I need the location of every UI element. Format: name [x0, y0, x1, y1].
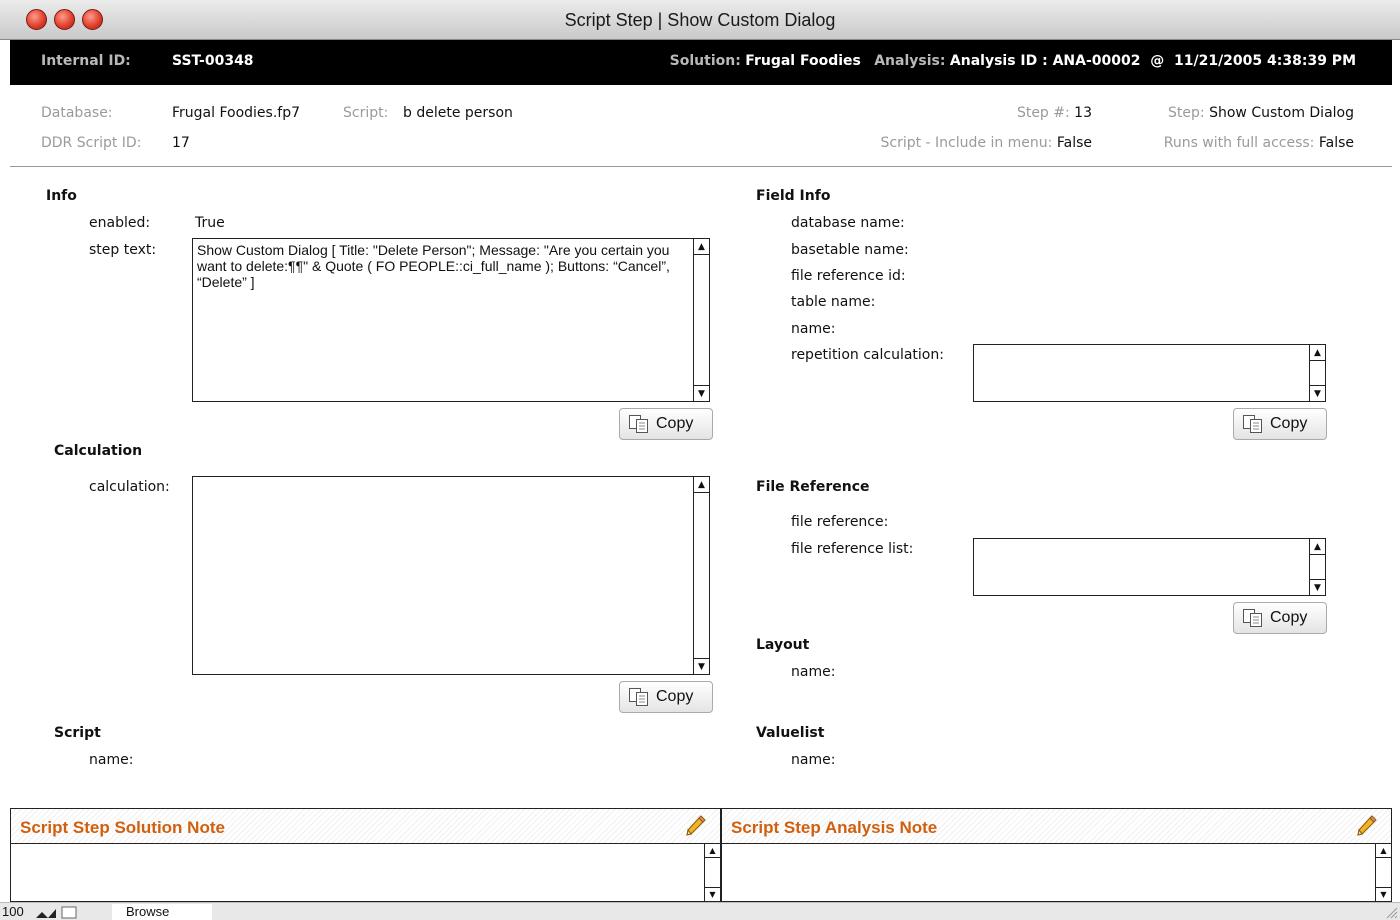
repetition-calculation-field[interactable]: ▲ ▼ [973, 344, 1326, 402]
step-text-label: step text: [89, 242, 157, 258]
analysis-note-scrollbar[interactable]: ▲ ▼ [1375, 844, 1391, 901]
window-titlebar: Script Step | Show Custom Dialog [0, 0, 1400, 40]
info-section-title: Info [46, 188, 77, 204]
scroll-down-arrow-icon[interactable]: ▼ [1376, 887, 1391, 901]
internal-id-label: Internal ID: [41, 53, 131, 69]
mode-indicator[interactable]: Browse [112, 904, 212, 920]
step-text-field[interactable]: Show Custom Dialog [ Title: "Delete Pers… [192, 238, 710, 402]
solution-value: Frugal Foodies [745, 53, 861, 69]
scroll-down-arrow-icon[interactable]: ▼ [705, 887, 720, 901]
copy-calculation-button[interactable]: Copy [619, 681, 713, 713]
copy-label: Copy [656, 415, 694, 432]
field-name-label: name: [791, 321, 836, 337]
copy-icon [1243, 609, 1262, 627]
copy-file-reference-list-button[interactable]: Copy [1233, 602, 1327, 634]
window-title: Script Step | Show Custom Dialog [564, 10, 836, 30]
ddr-script-id-label: DDR Script ID: [41, 135, 142, 151]
solution-note-title: Script Step Solution Note [20, 818, 225, 837]
internal-id-value: SST-00348 [172, 53, 254, 69]
script-name-label: name: [89, 752, 134, 768]
file-reference-id-label: file reference id: [791, 268, 906, 284]
file-reference-section-title: File Reference [756, 479, 870, 495]
repetition-calculation-scrollbar[interactable]: ▲ ▼ [1309, 345, 1325, 401]
record-header: Internal ID: SST-00348 Solution: Frugal … [10, 40, 1392, 85]
enabled-value: True [195, 215, 225, 231]
database-value: Frugal Foodies.fp7 [172, 105, 301, 121]
scroll-up-arrow-icon[interactable]: ▲ [1310, 345, 1325, 361]
calculation-field[interactable]: ▲ ▼ [192, 476, 710, 675]
scroll-down-arrow-icon[interactable]: ▼ [1310, 579, 1325, 595]
solution-note-panel: Script Step Solution Note ▲ ▼ [10, 808, 721, 902]
copy-label: Copy [1270, 415, 1308, 432]
layout-section-title: Layout [756, 637, 810, 653]
file-reference-list-label: file reference list: [791, 541, 914, 557]
table-name-label: table name: [791, 294, 876, 310]
analysis-label: Analysis: [874, 53, 946, 69]
calculation-section-title: Calculation [54, 443, 143, 459]
valuelist-name-label: name: [791, 752, 836, 768]
repetition-calculation-label: repetition calculation: [791, 347, 944, 363]
scroll-up-arrow-icon[interactable]: ▲ [1376, 844, 1391, 858]
calculation-label: calculation: [89, 479, 170, 495]
solution-note-header: Script Step Solution Note [11, 809, 720, 844]
database-name-label: database name: [791, 215, 905, 231]
step-text-value: Show Custom Dialog [ Title: "Delete Pers… [197, 242, 670, 290]
field-info-section-title: Field Info [756, 188, 831, 204]
status-bar: 100 Browse [0, 902, 1400, 920]
scroll-up-arrow-icon[interactable]: ▲ [705, 844, 720, 858]
step-text-scrollbar[interactable]: ▲ ▼ [693, 239, 709, 401]
scroll-up-arrow-icon[interactable]: ▲ [694, 477, 709, 493]
copy-icon [1243, 415, 1262, 433]
ddr-script-id-value: 17 [172, 135, 190, 151]
zoom-controls-icon[interactable] [34, 906, 94, 919]
scroll-down-arrow-icon[interactable]: ▼ [694, 385, 709, 401]
script-section-title: Script [54, 725, 101, 741]
file-reference-list-field[interactable]: ▲ ▼ [973, 538, 1326, 596]
copy-icon [629, 415, 648, 433]
step-number: Step #: 13 [1016, 105, 1092, 121]
file-reference-list-scrollbar[interactable]: ▲ ▼ [1309, 539, 1325, 595]
scroll-down-arrow-icon[interactable]: ▼ [1310, 385, 1325, 401]
script-value: b delete person [403, 105, 513, 121]
copy-step-text-button[interactable]: Copy [619, 408, 713, 440]
basetable-name-label: basetable name: [791, 242, 909, 258]
analysis-note-panel: Script Step Analysis Note ▲ ▼ [721, 808, 1392, 902]
file-reference-label: file reference: [791, 514, 889, 530]
solution-label: Solution: [669, 53, 741, 69]
script-label: Script: [343, 105, 389, 121]
layout-name-label: name: [791, 664, 836, 680]
pencil-edit-icon[interactable] [1353, 814, 1377, 838]
copy-label: Copy [1270, 609, 1308, 626]
analysis-value: Analysis ID : ANA-00002 @ 11/21/2005 4:3… [949, 53, 1356, 69]
valuelist-section-title: Valuelist [756, 725, 825, 741]
script-step-meta: Database: Frugal Foodies.fp7 Script: b d… [10, 85, 1392, 167]
include-in-menu: Script - Include in menu: False [880, 135, 1092, 151]
database-label: Database: [41, 105, 113, 121]
copy-icon [629, 688, 648, 706]
copy-label: Copy [656, 688, 694, 705]
solution-note-scrollbar[interactable]: ▲ ▼ [704, 844, 720, 901]
scroll-up-arrow-icon[interactable]: ▲ [1310, 539, 1325, 555]
scroll-down-arrow-icon[interactable]: ▼ [694, 658, 709, 674]
zoom-level[interactable]: 100 [2, 904, 24, 919]
enabled-label: enabled: [89, 215, 151, 231]
resize-grip-icon[interactable] [1384, 905, 1398, 919]
runs-with-full-access: Runs with full access: False [1163, 135, 1354, 151]
solution-analysis-info: Solution: Frugal Foodies Analysis: Analy… [670, 53, 1356, 69]
scroll-up-arrow-icon[interactable]: ▲ [694, 239, 709, 255]
pencil-edit-icon[interactable] [682, 814, 706, 838]
analysis-note-header: Script Step Analysis Note [722, 809, 1391, 844]
calculation-scrollbar[interactable]: ▲ ▼ [693, 477, 709, 674]
analysis-note-title: Script Step Analysis Note [731, 818, 938, 837]
copy-repetition-calculation-button[interactable]: Copy [1233, 408, 1327, 440]
step-name: Step: Show Custom Dialog [1168, 105, 1354, 121]
